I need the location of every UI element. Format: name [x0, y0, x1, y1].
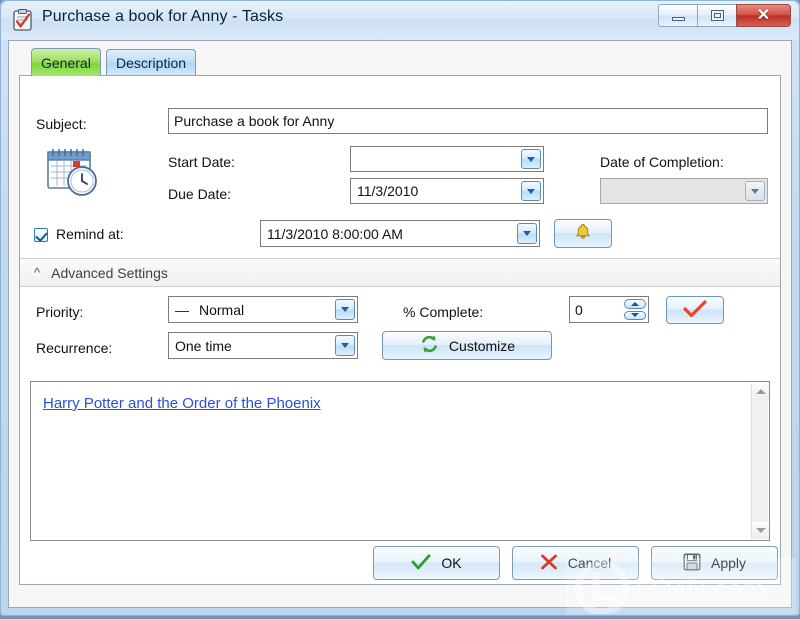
remind-dropdown-button[interactable] — [517, 223, 537, 244]
percent-complete-stepper[interactable]: 0 — [569, 296, 649, 323]
cancel-label: Cancel — [567, 555, 612, 571]
tab-general-label: General — [41, 54, 91, 71]
general-tab-panel: Subject: Purchase a book for Anny Start … — [19, 75, 781, 585]
caret-down-icon — [631, 313, 639, 318]
percent-increment-button[interactable] — [624, 299, 646, 309]
cancel-button[interactable]: Cancel — [512, 546, 639, 580]
start-date-dropdown-button[interactable] — [521, 149, 541, 169]
tab-description-label: Description — [116, 54, 187, 71]
notes-box[interactable]: Harry Potter and the Order of the Phoeni… — [30, 381, 770, 541]
percent-decrement-button[interactable] — [624, 310, 646, 320]
priority-label: Priority: — [36, 304, 84, 320]
task-dialog-window: Purchase a book for Anny - Tasks ✕ Gener… — [0, 0, 800, 616]
remind-checkbox[interactable] — [34, 228, 48, 242]
customize-button[interactable]: Customize — [382, 331, 552, 360]
priority-dropdown-button[interactable] — [335, 299, 355, 320]
title-bar: Purchase a book for Anny - Tasks ✕ — [0, 0, 800, 40]
date-of-completion-label: Date of Completion: — [600, 154, 724, 170]
due-date-dropdown-button[interactable] — [521, 181, 541, 201]
calendar-clock-icon — [46, 146, 102, 203]
chevron-down-icon — [751, 188, 759, 194]
green-check-icon — [411, 553, 431, 573]
subject-input[interactable]: Purchase a book for Anny — [168, 108, 768, 134]
caret-up-icon — [755, 389, 766, 394]
chevron-down-icon — [341, 343, 349, 348]
remind-datetime-combo[interactable]: 11/3/2010 8:00:00 AM — [260, 220, 540, 247]
chevron-down-icon — [527, 156, 535, 162]
chevron-down-icon — [527, 188, 535, 194]
notes-link[interactable]: Harry Potter and the Order of the Phoeni… — [43, 395, 321, 412]
recurrence-label: Recurrence: — [36, 340, 113, 356]
advanced-settings-label: Advanced Settings — [51, 264, 168, 281]
percent-complete-spin-buttons — [624, 298, 646, 321]
chevron-down-icon — [523, 231, 531, 236]
percent-complete-value: 0 — [575, 301, 583, 318]
red-x-icon — [540, 554, 558, 573]
priority-prefix-glyph: — — [175, 301, 189, 318]
recurrence-value: One time — [175, 337, 232, 354]
tab-strip: General Description — [9, 41, 791, 76]
maximize-icon — [710, 10, 724, 21]
date-of-completion-combo[interactable] — [600, 178, 768, 204]
window-controls: ✕ — [658, 4, 791, 27]
recurrence-dropdown-button[interactable] — [335, 335, 355, 356]
remind-label: Remind at: — [56, 226, 124, 242]
bell-icon — [573, 222, 593, 245]
reminder-bell-button[interactable] — [554, 219, 612, 248]
minimize-button[interactable] — [658, 4, 697, 27]
apply-label: Apply — [710, 555, 747, 571]
tab-general[interactable]: General — [31, 48, 101, 76]
close-button[interactable]: ✕ — [736, 4, 791, 27]
due-date-value: 11/3/2010 — [357, 183, 419, 199]
client-area: General Description Subject: Purchase a … — [8, 40, 792, 608]
scroll-up-button[interactable] — [752, 383, 769, 400]
ok-label: OK — [441, 555, 462, 571]
chevron-down-icon — [341, 307, 349, 312]
subject-input-value: Purchase a book for Anny — [174, 113, 335, 129]
scroll-down-button[interactable] — [752, 522, 769, 539]
priority-combo[interactable]: — Normal — [168, 296, 358, 323]
percent-complete-label: % Complete: — [403, 304, 484, 320]
priority-value: Normal — [199, 301, 245, 318]
subject-label: Subject: — [36, 116, 87, 132]
red-check-icon — [683, 299, 707, 321]
due-date-combo[interactable]: 11/3/2010 — [350, 178, 544, 204]
ok-button[interactable]: OK — [373, 546, 500, 580]
remind-datetime-value: 11/3/2010 8:00:00 AM — [267, 225, 403, 242]
caret-down-icon — [755, 528, 766, 533]
caret-up-icon — [631, 301, 639, 306]
due-date-label: Due Date: — [168, 186, 232, 202]
clipboard-check-icon — [12, 9, 33, 31]
advanced-settings-header[interactable]: ^ Advanced Settings — [20, 258, 780, 287]
customize-label: Customize — [448, 337, 516, 354]
tab-description[interactable]: Description — [106, 49, 197, 75]
maximize-button[interactable] — [697, 4, 736, 27]
start-date-label: Start Date: — [168, 154, 235, 170]
recurrence-combo[interactable]: One time — [168, 332, 358, 359]
window-title: Purchase a book for Anny - Tasks — [42, 8, 284, 25]
chevron-up-icon: ^ — [34, 265, 41, 280]
apply-button[interactable]: Apply — [651, 546, 778, 580]
minimize-icon — [671, 17, 685, 21]
start-date-combo[interactable] — [350, 146, 544, 172]
close-icon: ✕ — [756, 6, 771, 24]
date-of-completion-dropdown-button[interactable] — [745, 181, 765, 201]
recycle-arrows-icon — [419, 334, 440, 357]
mark-complete-button[interactable] — [666, 296, 724, 324]
notes-scrollbar[interactable] — [751, 383, 769, 539]
floppy-disk-icon — [683, 553, 701, 574]
